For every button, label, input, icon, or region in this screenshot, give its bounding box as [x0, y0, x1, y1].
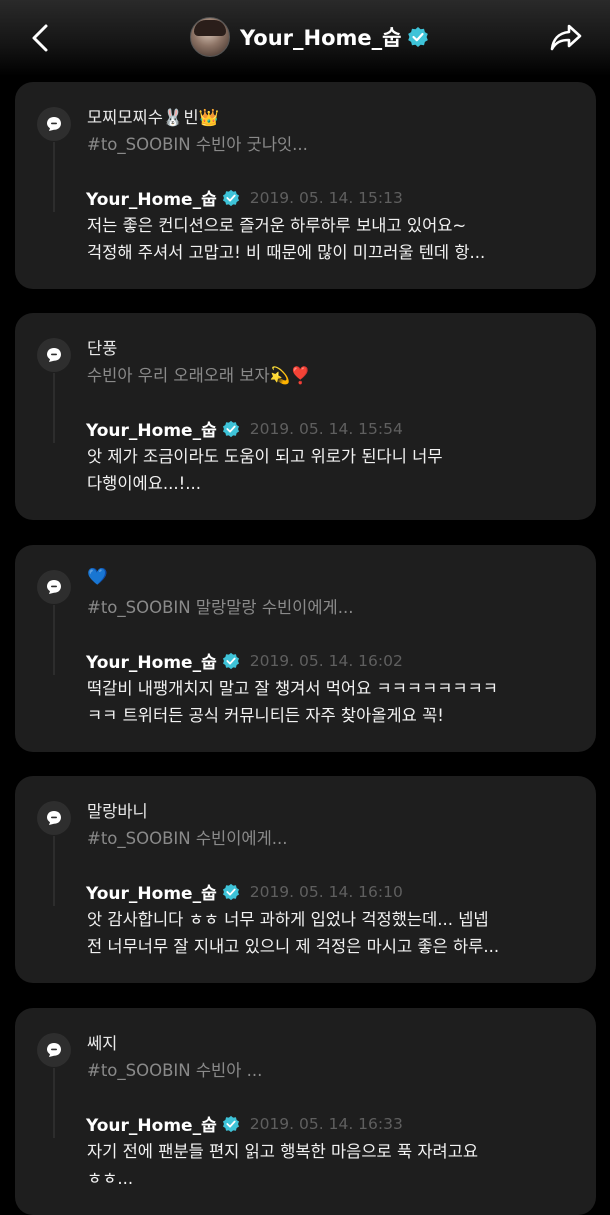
- comment-card[interactable]: 말랑바니 #to_SOOBIN 수빈이에게... Your_Home_숩 201…: [15, 776, 596, 983]
- comment-bubble-icon: [37, 570, 71, 604]
- comment-card[interactable]: 💙 #to_SOOBIN 말랑말랑 수빈이에게... Your_Home_숩 2…: [15, 545, 596, 752]
- reply-line: ㅎㅎ...: [87, 1169, 134, 1188]
- reply-text: 앗 감사합니다 ㅎㅎ 너무 과하게 입었나 걱정했는데... 넵넵 전 너무너무…: [87, 906, 567, 960]
- page-title: Your_Home_숩: [240, 26, 402, 50]
- reply-text: 저는 좋은 컨디션으로 즐거운 하루하루 보내고 있어요~ 걱정해 주셔서 고맙…: [87, 212, 567, 266]
- fan-message: #to_SOOBIN 수빈아 굿나잇...: [87, 135, 308, 154]
- fan-name: 단풍: [87, 339, 118, 358]
- reply-line: 떡갈비 내팽개치지 말고 잘 챙겨서 먹어요 ㅋㅋㅋㅋㅋㅋㅋㅋ: [87, 679, 498, 698]
- comment-card[interactable]: 모찌모찌수🐰빈👑 #to_SOOBIN 수빈아 굿나잇... Your_Home…: [15, 82, 596, 289]
- reply-timestamp: 2019. 05. 14. 15:13: [249, 188, 403, 207]
- thread-line: [53, 142, 55, 212]
- reply-author: Your_Home_숩: [86, 653, 217, 673]
- reply-line: 자기 전에 팬분들 편지 읽고 행복한 마음으로 푹 자려고요: [87, 1142, 479, 1161]
- thread-line: [53, 1068, 55, 1138]
- verified-badge-icon: [222, 883, 240, 901]
- reply-timestamp: 2019. 05. 14. 16:10: [249, 882, 403, 901]
- reply-header: Your_Home_숩 2019. 05. 14. 15:13: [86, 185, 403, 211]
- reply-line: 앗 제가 조금이라도 도움이 되고 위로가 된다니 너무: [87, 447, 443, 466]
- reply-header: Your_Home_숩 2019. 05. 14. 16:10: [86, 879, 403, 905]
- verified-badge-icon: [222, 420, 240, 438]
- reply-header: Your_Home_숩 2019. 05. 14. 16:02: [86, 648, 403, 674]
- comment-card[interactable]: 단풍 수빈아 우리 오래오래 보자💫❣️ Your_Home_숩 2019. 0…: [15, 313, 596, 520]
- share-button[interactable]: [546, 18, 586, 58]
- reply-header: Your_Home_숩 2019. 05. 14. 16:33: [86, 1111, 403, 1137]
- fan-message: #to_SOOBIN 수빈아 ...: [87, 1061, 263, 1080]
- reply-line: 저는 좋은 컨디션으로 즐거운 하루하루 보내고 있어요~: [87, 216, 467, 235]
- reply-timestamp: 2019. 05. 14. 15:54: [249, 419, 403, 438]
- comment-bubble-icon: [37, 107, 71, 141]
- comment-bubble-icon: [37, 801, 71, 835]
- thread-line: [53, 605, 55, 675]
- fan-message: #to_SOOBIN 수빈이에게...: [87, 829, 288, 848]
- chevron-left-icon: [32, 24, 48, 52]
- reply-line: 다행이에요...!...: [87, 474, 201, 493]
- reply-author: Your_Home_숩: [86, 884, 217, 904]
- fan-name: 말랑바니: [87, 802, 148, 821]
- share-arrow-icon: [550, 24, 582, 51]
- reply-line: 걱정해 주셔서 고맙고! 비 때문에 많이 미끄러울 텐데 항...: [87, 243, 486, 262]
- reply-line: ㅋㅋ 트위터든 공식 커뮤니티든 자주 찾아올게요 꼭!: [87, 706, 444, 725]
- reply-author: Your_Home_숩: [86, 421, 217, 441]
- fan-name: 모찌모찌수🐰빈👑: [87, 108, 220, 127]
- verified-badge-icon: [222, 652, 240, 670]
- comment-card[interactable]: 쎄지 #to_SOOBIN 수빈아 ... Your_Home_숩 2019. …: [15, 1008, 596, 1215]
- reply-header: Your_Home_숩 2019. 05. 14. 15:54: [86, 416, 403, 442]
- reply-author: Your_Home_숩: [86, 190, 217, 210]
- top-bar: Your_Home_숩: [0, 0, 610, 76]
- reply-text: 자기 전에 팬분들 편지 읽고 행복한 마음으로 푹 자려고요 ㅎㅎ...: [87, 1138, 567, 1192]
- verified-badge-icon: [222, 189, 240, 207]
- thread-line: [53, 373, 55, 443]
- reply-text: 앗 제가 조금이라도 도움이 되고 위로가 된다니 너무 다행이에요...!..…: [87, 443, 567, 497]
- comment-bubble-icon: [37, 338, 71, 372]
- thread-line: [53, 836, 55, 906]
- fan-name: 💙: [87, 567, 108, 586]
- reply-text: 떡갈비 내팽개치지 말고 잘 챙겨서 먹어요 ㅋㅋㅋㅋㅋㅋㅋㅋ ㅋㅋ 트위터든 …: [87, 675, 567, 729]
- reply-line: 앗 감사합니다 ㅎㅎ 너무 과하게 입었나 걱정했는데... 넵넵: [87, 910, 489, 929]
- fan-message: #to_SOOBIN 말랑말랑 수빈이에게...: [87, 598, 354, 617]
- reply-line: 전 너무너무 잘 지내고 있으니 제 걱정은 마시고 좋은 하루...: [87, 937, 500, 956]
- profile-title[interactable]: Your_Home_숩: [190, 15, 429, 59]
- verified-badge-icon: [407, 26, 429, 48]
- comment-bubble-icon: [37, 1033, 71, 1067]
- avatar[interactable]: [190, 17, 230, 57]
- fan-name: 쎄지: [87, 1034, 118, 1053]
- fan-message: 수빈아 우리 오래오래 보자💫❣️: [87, 366, 311, 385]
- reply-timestamp: 2019. 05. 14. 16:02: [249, 651, 403, 670]
- reply-timestamp: 2019. 05. 14. 16:33: [249, 1114, 403, 1133]
- reply-author: Your_Home_숩: [86, 1116, 217, 1136]
- verified-badge-icon: [222, 1115, 240, 1133]
- back-button[interactable]: [22, 20, 58, 56]
